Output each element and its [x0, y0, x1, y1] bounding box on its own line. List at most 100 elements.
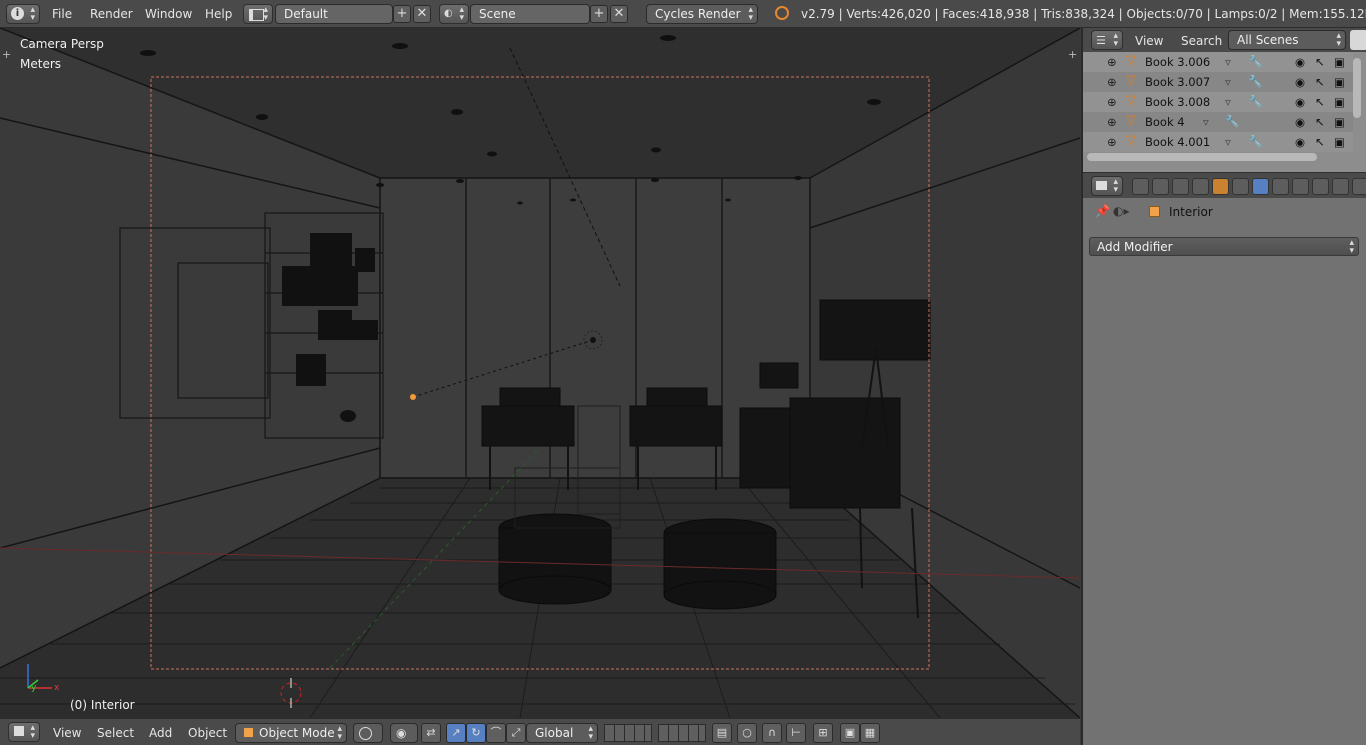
menu-object[interactable]: Object: [188, 726, 227, 740]
expand-icon: ⊕: [1107, 115, 1117, 129]
render-image-icon[interactable]: ▣: [840, 723, 860, 743]
particles-tab-icon[interactable]: [1332, 178, 1349, 195]
editor-type-button[interactable]: ▴ ▾: [8, 722, 40, 742]
cursor-icon[interactable]: ↖: [1315, 135, 1325, 149]
viewport-shading-dropdown[interactable]: [353, 723, 383, 743]
mesh-triangle-icon: ▽: [1126, 53, 1136, 68]
constraints-tab-icon[interactable]: [1232, 178, 1249, 195]
snap-target-icon[interactable]: ⊢: [786, 723, 806, 743]
cursor-icon[interactable]: ↖: [1315, 75, 1325, 89]
eye-icon[interactable]: ◉: [1295, 75, 1305, 89]
scene-field[interactable]: Scene: [470, 4, 590, 24]
eye-icon[interactable]: ◉: [1295, 95, 1305, 109]
menu-file[interactable]: File: [52, 7, 72, 21]
modifiers-tab-icon[interactable]: [1252, 178, 1269, 195]
pin-icon[interactable]: 📌: [1095, 204, 1110, 218]
eye-icon[interactable]: ◉: [1295, 55, 1305, 69]
render-layers-tab-icon[interactable]: [1152, 178, 1169, 195]
remove-scene-button[interactable]: ✕: [610, 5, 628, 23]
world-tab-icon[interactable]: [1192, 178, 1209, 195]
render-animation-icon[interactable]: ▦: [860, 723, 880, 743]
orientation-dropdown[interactable]: Global ▴ ▾: [526, 723, 598, 743]
3d-viewport[interactable]: x y + + Camera Persp Meters (0) Interior: [0, 28, 1080, 718]
mode-label: Object Mode: [259, 726, 335, 740]
info-icon: i: [11, 7, 24, 20]
view-name-label: Camera Persp: [20, 37, 104, 51]
cursor-icon[interactable]: ↖: [1315, 115, 1325, 129]
menu-select[interactable]: Select: [97, 726, 134, 740]
arc-icon[interactable]: ⌒: [486, 723, 506, 743]
blender-logo-icon: [775, 6, 789, 20]
outliner-item[interactable]: ⊕ ▽ Book 4.001 ▿ 🔧 ◉ ↖ ▣: [1083, 132, 1353, 152]
mode-dropdown[interactable]: Object Mode ▴ ▾: [235, 723, 347, 743]
add-scene-button[interactable]: +: [590, 5, 608, 23]
pivot-icon: ◉: [396, 726, 407, 740]
translate-icon[interactable]: ↗: [446, 723, 466, 743]
updown-arrows-icon: ▴ ▾: [263, 5, 268, 23]
eye-icon[interactable]: ◉: [1295, 115, 1305, 129]
proportional-edit-icon[interactable]: ○: [737, 723, 757, 743]
cursor-icon[interactable]: ↖: [1315, 55, 1325, 69]
pivot-dropdown[interactable]: ◉: [390, 723, 418, 743]
cursor-icon[interactable]: ↖: [1315, 95, 1325, 109]
camera-render-icon[interactable]: ▣: [1334, 135, 1345, 149]
render-tab-icon[interactable]: [1132, 178, 1149, 195]
updown-arrows-icon: ▴ ▾: [459, 5, 464, 23]
camera-render-icon[interactable]: ▣: [1334, 95, 1345, 109]
mesh-data-icon: ▿: [1225, 135, 1231, 149]
scale-icon[interactable]: ⤢: [506, 723, 526, 743]
screen-layout-field[interactable]: Default: [275, 4, 393, 24]
manipulator-toggle[interactable]: ⇄: [421, 723, 441, 743]
wrench-icon: 🔧: [1248, 94, 1263, 108]
menu-help[interactable]: Help: [205, 7, 232, 21]
magnet-icon[interactable]: ∩: [762, 723, 782, 743]
outliner-display-dropdown[interactable]: All Scenes ▴ ▾: [1228, 30, 1346, 50]
camera-render-icon[interactable]: ▣: [1334, 75, 1345, 89]
outliner-editor-type[interactable]: ☰ ▴ ▾: [1091, 30, 1123, 50]
outliner-item[interactable]: ⊕ ▽ Book 3.006 ▿ 🔧 ◉ ↖ ▣: [1083, 52, 1353, 72]
remove-layout-button[interactable]: ✕: [413, 5, 431, 23]
snap-icon[interactable]: ⊞: [813, 723, 833, 743]
mesh-triangle-icon: ▽: [1126, 73, 1136, 88]
scene-tab-icon[interactable]: [1172, 178, 1189, 195]
texture-tab-icon[interactable]: [1312, 178, 1329, 195]
mesh-data-icon: ▿: [1203, 115, 1209, 129]
updown-arrows-icon: ▴ ▾: [1113, 31, 1118, 49]
wireframe-sphere-icon: [359, 727, 372, 740]
camera-render-icon[interactable]: ▣: [1334, 55, 1345, 69]
object-tab-icon[interactable]: [1212, 178, 1229, 195]
search-icon[interactable]: [1350, 30, 1366, 50]
rotate-icon[interactable]: ↻: [466, 723, 486, 743]
updown-arrows-icon: ▴ ▾: [30, 5, 35, 23]
add-layout-button[interactable]: +: [393, 5, 411, 23]
outliner-menu-search[interactable]: Search: [1181, 34, 1222, 48]
menu-window[interactable]: Window: [145, 7, 192, 21]
layers-grid-2[interactable]: [658, 724, 706, 742]
vertical-scrollbar[interactable]: [1353, 58, 1361, 118]
wrench-icon: 🔧: [1248, 74, 1263, 88]
outliner-item[interactable]: ⊕ ▽ Book 4 ▿ 🔧 ◉ ↖ ▣: [1083, 112, 1353, 132]
physics-tab-icon[interactable]: [1352, 178, 1366, 195]
active-object-label: (0) Interior: [70, 698, 135, 712]
menu-view[interactable]: View: [53, 726, 81, 740]
add-modifier-dropdown[interactable]: Add Modifier ▴ ▾: [1089, 237, 1359, 256]
horizontal-scrollbar[interactable]: [1087, 153, 1317, 161]
eye-icon[interactable]: ◉: [1295, 135, 1305, 149]
lock-layers-icon[interactable]: ▤: [712, 723, 732, 743]
outliner-item[interactable]: ⊕ ▽ Book 3.008 ▿ 🔧 ◉ ↖ ▣: [1083, 92, 1353, 112]
outliner-item[interactable]: ⊕ ▽ Book 3.007 ▿ 🔧 ◉ ↖ ▣: [1083, 72, 1353, 92]
scene-browse[interactable]: ◐ ▴ ▾: [439, 4, 469, 24]
expand-icon: ⊕: [1107, 55, 1117, 69]
data-tab-icon[interactable]: [1272, 178, 1289, 195]
editor-type-button[interactable]: i ▴ ▾: [6, 4, 40, 24]
menu-render[interactable]: Render: [90, 7, 133, 21]
camera-render-icon[interactable]: ▣: [1334, 115, 1345, 129]
item-name: Book 4.001: [1145, 135, 1211, 149]
properties-editor-type[interactable]: ▴ ▾: [1091, 176, 1123, 196]
material-tab-icon[interactable]: [1292, 178, 1309, 195]
outliner-menu-view[interactable]: View: [1135, 34, 1163, 48]
render-engine-dropdown[interactable]: Cycles Render ▴ ▾: [646, 4, 758, 24]
menu-add[interactable]: Add: [149, 726, 172, 740]
layers-grid-1[interactable]: [604, 724, 652, 742]
screen-layout-browse[interactable]: ▴ ▾: [243, 4, 273, 24]
